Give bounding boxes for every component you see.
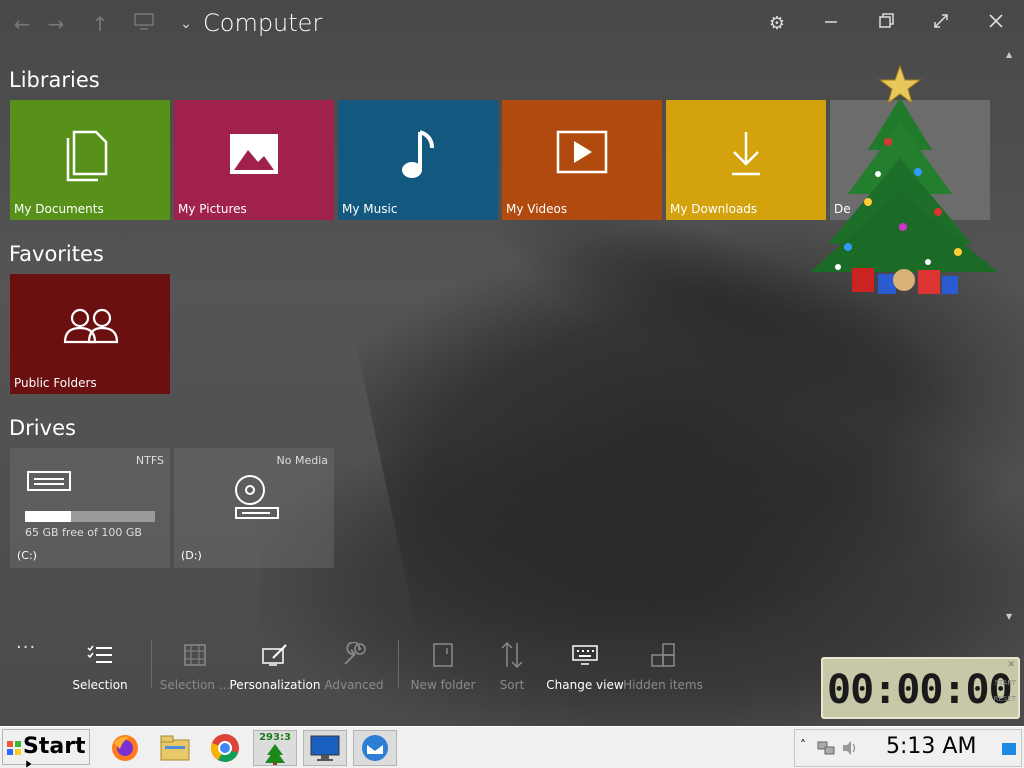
back-arrow-icon[interactable]: ← xyxy=(8,10,36,38)
drive-label: (D:) xyxy=(181,549,202,562)
new-folder-button[interactable]: New folder xyxy=(403,638,483,692)
hidden-items-icon xyxy=(651,643,675,667)
change-view-button[interactable]: Change view xyxy=(545,638,625,692)
settings-gear-icon[interactable]: ⚙ xyxy=(762,10,792,38)
taskbar-clock[interactable]: 5:13 AM xyxy=(886,734,976,759)
restore-button[interactable] xyxy=(871,10,901,38)
tray-expand-icon[interactable]: ˄ xyxy=(800,738,806,752)
sort-icon xyxy=(501,641,523,669)
drive-tile-d[interactable]: No Media (D:) xyxy=(174,448,334,568)
command-label: Advanced xyxy=(324,678,384,692)
thunderbird-icon[interactable] xyxy=(353,730,397,766)
timer-display: 00:00:00 xyxy=(827,667,1013,713)
filesystem-label: NTFS xyxy=(135,454,164,467)
documents-icon xyxy=(66,130,108,182)
favorites-heading: Favorites xyxy=(9,242,104,266)
music-icon xyxy=(402,130,434,178)
library-label: My Pictures xyxy=(178,202,247,216)
volume-icon[interactable] xyxy=(841,740,859,756)
hard-drive-icon xyxy=(27,471,71,491)
selection-button[interactable]: Selection xyxy=(60,638,140,692)
wrench-icon xyxy=(344,642,366,665)
advanced-button[interactable]: Advanced xyxy=(314,638,394,692)
network-icon[interactable] xyxy=(817,740,835,756)
file-manager-icon[interactable] xyxy=(156,730,194,766)
new-folder-icon xyxy=(433,643,453,667)
drive-label: (C:) xyxy=(17,549,37,562)
personalization-icon xyxy=(262,644,287,666)
command-label: Change view xyxy=(546,678,624,692)
timer-reset-button[interactable]: RESET xyxy=(994,695,1016,703)
start-label: Start xyxy=(23,734,86,759)
favorite-label: Public Folders xyxy=(14,376,97,390)
filesystem-label: No Media xyxy=(276,454,329,467)
command-label: New folder xyxy=(410,678,476,692)
users-icon xyxy=(63,308,119,344)
title-bar: ← → ↑ ⌄ Computer ⚙ xyxy=(0,0,1024,48)
forward-arrow-icon[interactable]: → xyxy=(42,10,70,38)
library-label: My Videos xyxy=(506,202,568,216)
library-tile-documents[interactable]: My Documents xyxy=(10,100,170,220)
command-label: Selection ... xyxy=(159,678,231,692)
mouse-cursor-icon xyxy=(26,760,33,768)
videos-icon xyxy=(556,130,608,174)
tree-counter-text: 293:3 xyxy=(259,732,291,743)
chrome-icon[interactable] xyxy=(206,730,244,766)
pictures-icon xyxy=(230,134,278,174)
library-tile-music[interactable]: My Music xyxy=(338,100,498,220)
christmas-tree-counter-icon[interactable]: 293:3 xyxy=(253,730,297,766)
scroll-down-arrow[interactable]: ▼ xyxy=(1006,612,1012,621)
favorite-tile-public-folders[interactable]: Public Folders xyxy=(10,274,170,394)
drives-heading: Drives xyxy=(9,416,76,440)
library-label: My Documents xyxy=(14,202,104,216)
window-title: Computer xyxy=(203,9,323,37)
command-label: Selection xyxy=(72,678,128,692)
divider xyxy=(398,640,399,688)
libraries-heading: Libraries xyxy=(9,68,100,92)
library-tile-videos[interactable]: My Videos xyxy=(502,100,662,220)
windows-logo-icon xyxy=(7,741,21,755)
chevron-down-icon[interactable]: ⌄ xyxy=(172,10,200,38)
sort-button[interactable]: Sort xyxy=(472,638,552,692)
selection-options-button[interactable]: Selection ... xyxy=(155,638,235,692)
library-label: My Downloads xyxy=(670,202,758,216)
up-arrow-icon[interactable]: ↑ xyxy=(86,10,114,38)
drive-usage-fill xyxy=(25,511,71,522)
hidden-items-button[interactable]: Hidden items xyxy=(623,638,703,692)
desktop-monitor-icon[interactable] xyxy=(303,730,347,766)
computer-icon[interactable] xyxy=(130,10,158,38)
firefox-icon[interactable] xyxy=(106,730,144,766)
library-tile-downloads[interactable]: My Downloads xyxy=(666,100,826,220)
command-label: Sort xyxy=(499,678,525,692)
taskbar: Start 293:3 ˄ xyxy=(0,726,1024,768)
more-options-button[interactable]: ... xyxy=(16,632,36,653)
drive-tile-c[interactable]: NTFS 65 GB free of 100 GB (C:) xyxy=(10,448,170,568)
close-button[interactable] xyxy=(981,10,1011,38)
start-button[interactable]: Start xyxy=(2,729,90,765)
maximize-button[interactable] xyxy=(926,10,956,38)
divider xyxy=(151,640,152,688)
personalization-button[interactable]: Personalization xyxy=(229,638,321,692)
drive-usage-bar xyxy=(25,511,155,522)
optical-drive-icon xyxy=(235,475,279,519)
christmas-tree-decoration xyxy=(810,64,998,294)
command-label: Hidden items xyxy=(623,678,703,692)
selection-icon xyxy=(87,645,112,663)
downloads-icon xyxy=(732,132,760,176)
command-label: Personalization xyxy=(229,678,321,692)
show-desktop-icon[interactable] xyxy=(1001,742,1017,756)
library-label: My Music xyxy=(342,202,398,216)
minimize-button[interactable] xyxy=(816,10,846,38)
scroll-up-arrow[interactable]: ▲ xyxy=(1006,50,1012,59)
keyboard-icon xyxy=(572,645,598,665)
library-tile-pictures[interactable]: My Pictures xyxy=(174,100,334,220)
selection-grid-icon xyxy=(184,644,206,666)
timer-start-button[interactable]: START xyxy=(994,679,1016,687)
countdown-timer-widget: ✕ 00:00:00 START RESET xyxy=(821,657,1020,719)
drive-free-space: 65 GB free of 100 GB xyxy=(25,526,142,539)
